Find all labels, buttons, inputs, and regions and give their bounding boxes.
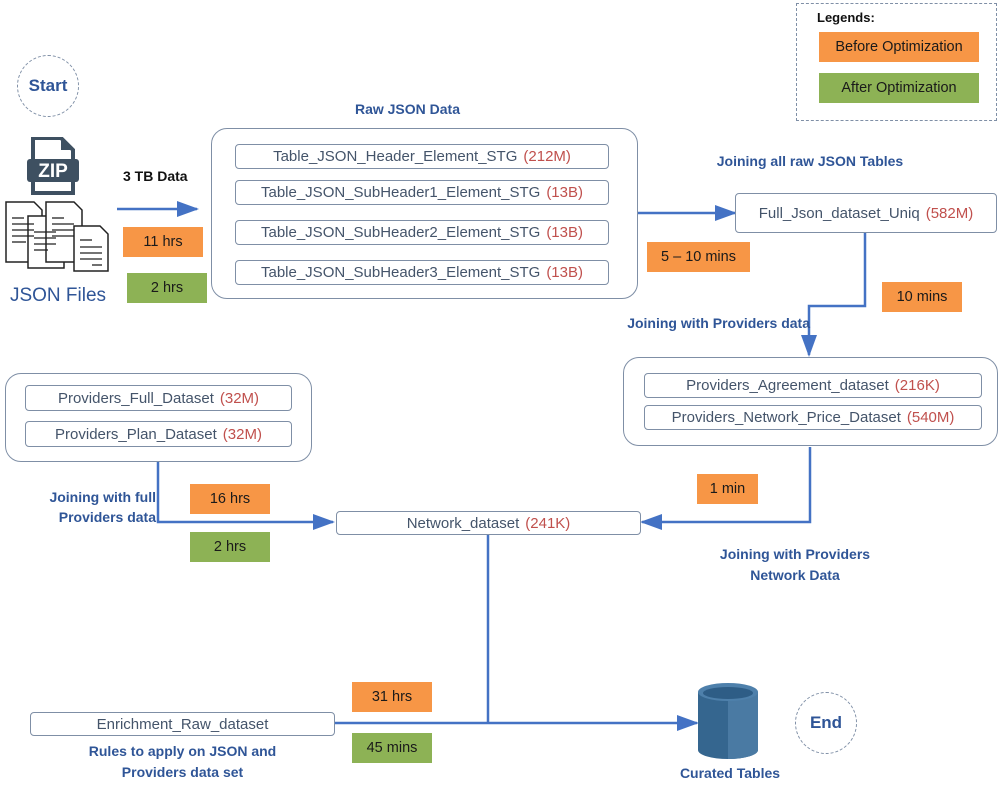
table-name: Table_JSON_SubHeader3_Element_STG (260, 264, 541, 281)
providers-agreement-node[interactable]: Providers_Agreement_dataset (216K) (644, 373, 982, 398)
raw-table-header[interactable]: Table_JSON_Header_Element_STG (212M) (235, 144, 609, 169)
providers-plan-dataset-node[interactable]: Providers_Plan_Dataset (32M) (25, 421, 292, 447)
table-name: Providers_Agreement_dataset (686, 377, 889, 394)
table-size: (212M) (523, 148, 571, 165)
title-line1: Joining with full (49, 489, 156, 505)
table-name: Table_JSON_SubHeader2_Element_STG (260, 224, 541, 241)
table-size: (32M) (222, 425, 262, 443)
providers-full-group: Providers_Full_Dataset (32M) Providers_Pl… (5, 373, 312, 462)
legend-box: Legends: Before Optimization After Optim… (796, 3, 997, 121)
providers-full-before-time: 16 hrs (190, 484, 270, 514)
raw-table-subheader3[interactable]: Table_JSON_SubHeader3_Element_STG (13B) (235, 260, 609, 285)
legend-title: Legends: (817, 10, 875, 25)
join-raw-before-time: 5 – 10 mins (647, 242, 750, 272)
full-json-dataset-node[interactable]: Full_Json_dataset_Uniq (582M) (735, 193, 997, 233)
raw-json-title: Raw JSON Data (354, 101, 461, 117)
table-name: Providers_Network_Price_Dataset (671, 409, 901, 426)
raw-table-subheader2[interactable]: Table_JSON_SubHeader2_Element_STG (13B) (235, 220, 609, 245)
join-raw-title: Joining all raw JSON Tables (716, 153, 904, 169)
source-before-time: 11 hrs (123, 227, 203, 257)
node-name: Full_Json_dataset_Uniq (758, 204, 920, 222)
source-after-time: 2 hrs (127, 273, 207, 303)
table-name: Table_JSON_Header_Element_STG (273, 148, 518, 165)
transfer-size-label: 3 TB Data (123, 168, 188, 184)
title-line1: Rules to apply on JSON and (88, 743, 277, 759)
table-size: (13B) (546, 224, 583, 241)
title-line2: Providers data (58, 509, 156, 525)
table-size: (13B) (546, 184, 583, 201)
node-size: (241K) (525, 514, 571, 532)
zip-file-icon: ZIP (27, 136, 81, 195)
network-before-time: 1 min (697, 474, 758, 504)
providers-network-price-node[interactable]: Providers_Network_Price_Dataset (540M) (644, 405, 982, 430)
enrichment-after-time: 45 mins (352, 733, 432, 763)
node-name: Enrichment_Raw_dataset (96, 715, 269, 733)
legend-after-swatch: After Optimization (819, 73, 979, 103)
table-size: (216K) (894, 377, 940, 394)
table-size: (540M) (906, 409, 955, 426)
curated-tables-label: Curated Tables (679, 765, 781, 781)
enrichment-before-time: 31 hrs (352, 682, 432, 712)
providers-full-dataset-node[interactable]: Providers_Full_Dataset (32M) (25, 385, 292, 411)
table-name: Providers_Plan_Dataset (55, 425, 217, 443)
table-size: (32M) (219, 389, 260, 407)
title-line2: Network Data (750, 567, 840, 583)
title-line1: Joining with Providers (719, 546, 871, 562)
legend-before-swatch: Before Optimization (819, 32, 979, 62)
join-network-title: Joining with Providers Network Data (700, 545, 890, 584)
end-node: End (795, 692, 857, 754)
join-providers-before-time: 10 mins (882, 282, 962, 312)
join-full-providers-title: Joining with full Providers data (20, 488, 156, 526)
enrichment-rules-title: Rules to apply on JSON and Providers dat… (30, 742, 335, 781)
database-cylinder-icon (697, 682, 759, 760)
raw-table-subheader1[interactable]: Table_JSON_SubHeader1_Element_STG (13B) (235, 180, 609, 205)
json-files-label: JSON Files (9, 285, 107, 306)
zip-icon-text: ZIP (38, 161, 68, 182)
raw-json-group: Table_JSON_Header_Element_STG (212M) Tabl… (211, 128, 638, 299)
table-name: Table_JSON_SubHeader1_Element_STG (260, 184, 541, 201)
enrichment-raw-dataset-node[interactable]: Enrichment_Raw_dataset (30, 712, 335, 736)
network-dataset-node[interactable]: Network_dataset (241K) (336, 511, 641, 535)
start-node: Start (17, 55, 79, 117)
title-line2: Providers data set (121, 764, 244, 780)
node-size: (582M) (925, 204, 974, 222)
arrow-full-to-providers (801, 233, 867, 357)
node-name: Network_dataset (406, 514, 520, 532)
providers-agreement-group: Providers_Agreement_dataset (216K) Provid… (623, 357, 998, 446)
table-size: (13B) (546, 264, 583, 281)
json-documents-icon (4, 200, 112, 272)
table-name: Providers_Full_Dataset (57, 389, 214, 407)
providers-full-after-time: 2 hrs (190, 532, 270, 562)
join-providers-title: Joining with Providers data (627, 315, 810, 331)
